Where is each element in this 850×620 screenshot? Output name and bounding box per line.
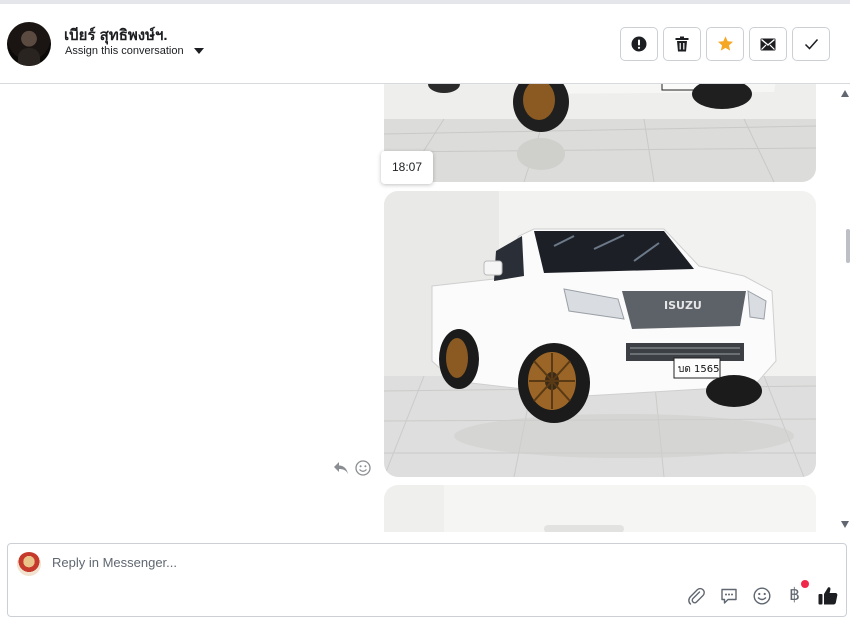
payment-button[interactable]: ฿	[784, 580, 809, 606]
emoji-button[interactable]	[751, 585, 772, 606]
scroll-up-arrow-icon[interactable]	[841, 90, 849, 97]
contact-name[interactable]: เบียร์ สุทธิพงษ์ฯ.	[64, 23, 168, 47]
message-tools	[333, 460, 371, 476]
car-photo-attachment[interactable]: ISUZU บด 1565	[384, 191, 816, 477]
contact-avatar[interactable]	[7, 22, 51, 66]
exclamation-circle-icon	[631, 36, 647, 52]
baht-payment-icon: ฿	[789, 585, 800, 605]
star-icon	[717, 36, 733, 51]
conversation-header: เบียร์ สุทธิพงษ์ฯ. Assign this conversat…	[0, 4, 850, 84]
assign-label: Assign this conversation	[65, 45, 184, 57]
like-button[interactable]	[817, 585, 838, 606]
message-timestamp: 18:07	[381, 151, 434, 184]
delete-button[interactable]	[663, 27, 701, 61]
car-photo-attachment[interactable]	[384, 84, 816, 182]
saved-reply-icon	[720, 588, 737, 604]
thumbs-up-icon	[818, 587, 837, 605]
scroll-down-arrow-icon[interactable]	[841, 521, 849, 528]
chevron-down-icon	[193, 48, 204, 54]
emoji-react-icon[interactable]	[355, 460, 371, 476]
mark-unread-button[interactable]	[749, 27, 787, 61]
header-actions	[620, 27, 830, 61]
reply-composer: ฿	[7, 543, 847, 617]
checkmark-icon	[804, 39, 818, 50]
car-photo-attachment[interactable]	[384, 485, 816, 532]
license-plate-text: บด 1565	[678, 364, 719, 375]
mark-done-button[interactable]	[792, 27, 830, 61]
reply-input[interactable]	[52, 555, 752, 570]
message-thread[interactable]: 18:07 ISUZU บด 1565	[0, 84, 850, 532]
trash-icon	[675, 36, 689, 52]
envelope-icon	[760, 38, 776, 50]
thread-scrollbar[interactable]	[840, 84, 850, 532]
page-avatar	[17, 552, 41, 576]
star-button[interactable]	[706, 27, 744, 61]
assign-conversation-dropdown[interactable]: Assign this conversation	[65, 45, 204, 57]
emoji-icon	[752, 586, 771, 605]
grille-brand-text: ISUZU	[664, 299, 702, 312]
saved-replies-button[interactable]	[718, 585, 739, 606]
scrollbar-thumb[interactable]	[846, 229, 850, 263]
paperclip-icon	[687, 587, 705, 605]
notification-dot	[801, 580, 809, 588]
composer-tools: ฿	[685, 580, 838, 606]
report-spam-button[interactable]	[620, 27, 658, 61]
attach-button[interactable]	[685, 585, 706, 606]
reply-icon[interactable]	[333, 461, 349, 475]
